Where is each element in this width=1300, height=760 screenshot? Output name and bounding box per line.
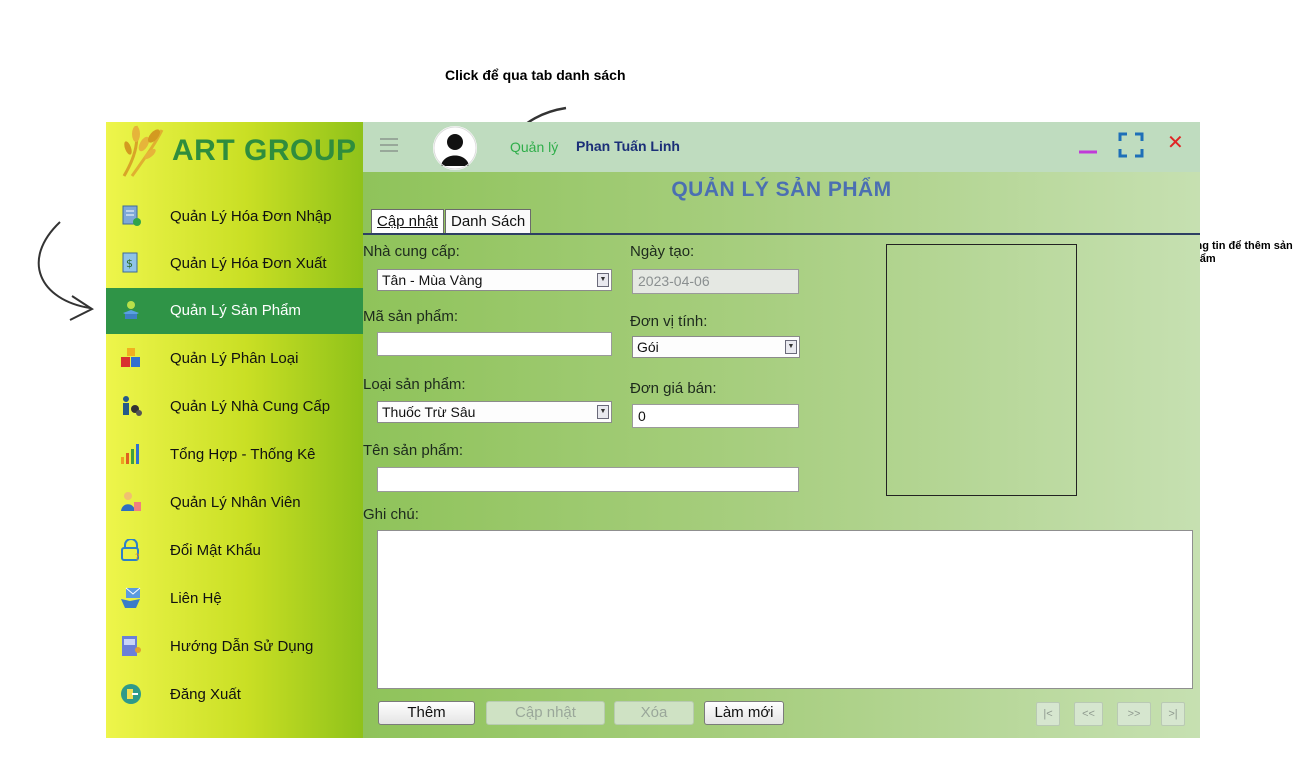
supplier-label: Nhà cung cấp:: [363, 243, 460, 260]
sidebar-item-label: Quản Lý Nhân Viên: [170, 494, 301, 511]
product-name-field[interactable]: [377, 467, 799, 492]
sidebar-item-manual[interactable]: Hướng Dẫn Sử Dụng: [106, 624, 363, 670]
chevron-down-icon: ▼: [597, 273, 609, 287]
sidebar-item-label: Quản Lý Nhà Cung Cấp: [170, 398, 331, 415]
sidebar-item-contact[interactable]: Liên Hệ: [106, 576, 363, 622]
chevron-down-icon: ▼: [597, 405, 609, 419]
sidebar-item-label: Tổng Hợp - Thống Kê: [170, 446, 316, 463]
product-code-field[interactable]: [377, 332, 612, 356]
lock-icon: ?: [121, 539, 140, 561]
update-button[interactable]: Cập nhật: [486, 701, 605, 725]
sidebar: ART GROUP Quản Lý Hóa Đơn Nhập $ Quản Lý…: [106, 122, 363, 738]
user-avatar-icon: [433, 126, 477, 170]
price-label: Đơn giá bán:: [630, 380, 717, 397]
reset-button[interactable]: Làm mới: [704, 701, 784, 725]
notes-textarea[interactable]: [377, 530, 1193, 689]
last-page-button[interactable]: >|: [1161, 702, 1185, 726]
product-image-box[interactable]: [886, 244, 1077, 496]
sidebar-item-employees[interactable]: Quản Lý Nhân Viên: [106, 480, 363, 526]
sidebar-item-suppliers[interactable]: Quản Lý Nhà Cung Cấp: [106, 384, 363, 430]
sidebar-item-export-invoice[interactable]: $ Quản Lý Hóa Đơn Xuất: [106, 241, 363, 287]
logout-icon: [121, 684, 141, 704]
maximize-icon[interactable]: [1118, 132, 1144, 158]
tab-list-label: Danh Sách: [451, 213, 526, 230]
notes-label: Ghi chú:: [363, 506, 419, 523]
unit-select[interactable]: Gói ▼: [632, 336, 800, 358]
chevron-down-icon: ▼: [785, 340, 797, 354]
contact-icon: [121, 587, 141, 608]
tab-list[interactable]: Danh Sách: [445, 209, 532, 234]
created-date-field: 2023-04-06: [632, 269, 799, 294]
sidebar-item-statistics[interactable]: Tổng Hợp - Thống Kê: [106, 432, 363, 478]
brand: ART GROUP: [106, 122, 363, 182]
close-icon[interactable]: ✕: [1167, 130, 1184, 155]
product-type-value: Thuốc Trừ Sâu: [382, 404, 476, 420]
sidebar-item-label: Quản Lý Sản Phẩm: [170, 302, 301, 319]
next-page-button[interactable]: >>: [1117, 702, 1151, 726]
product-type-select[interactable]: Thuốc Trừ Sâu ▼: [377, 401, 612, 423]
invoice-import-icon: [122, 205, 141, 226]
sidebar-item-products[interactable]: Quản Lý Sản Phẩm: [106, 288, 363, 334]
product-type-label: Loại sản phẩm:: [363, 376, 466, 393]
delete-button[interactable]: Xóa: [614, 701, 694, 725]
main-panel: Quản lý Phan Tuấn Linh ✕ QUẢN LÝ SẢN PHẨ…: [363, 122, 1200, 738]
product-code-label: Mã sản phẩm:: [363, 308, 459, 325]
unit-value: Gói: [637, 339, 659, 355]
statistics-icon: [121, 444, 139, 464]
first-page-button[interactable]: |<: [1036, 702, 1060, 726]
tab-divider: [363, 233, 1200, 235]
user-name: Phan Tuấn Linh: [576, 138, 680, 154]
brand-name: ART GROUP: [172, 134, 357, 167]
sidebar-item-import-invoice[interactable]: Quản Lý Hóa Đơn Nhập: [106, 194, 363, 240]
supplier-value: Tân - Mùa Vàng: [382, 272, 483, 288]
sidebar-item-logout[interactable]: Đăng Xuất: [106, 672, 363, 718]
supplier-icon: [123, 396, 142, 416]
sidebar-item-label: Quản Lý Phân Loại: [170, 350, 299, 367]
unit-label: Đơn vị tính:: [630, 313, 708, 330]
tab-update[interactable]: Cập nhật: [371, 209, 444, 234]
sidebar-item-label: Liên Hệ: [170, 590, 222, 607]
supplier-select[interactable]: Tân - Mùa Vàng ▼: [377, 269, 612, 291]
created-date-label: Ngày tạo:: [630, 243, 695, 260]
sidebar-item-label: Quản Lý Hóa Đơn Nhập: [170, 208, 332, 225]
employee-icon: [121, 492, 141, 511]
sidebar-hint-arrow: [37, 221, 91, 309]
category-icon: [121, 348, 140, 367]
price-field[interactable]: 0: [632, 404, 799, 428]
wheat-logo-icon: [122, 125, 164, 177]
page-title: QUẢN LÝ SẢN PHẨM: [671, 178, 892, 201]
prev-page-button[interactable]: <<: [1074, 702, 1103, 726]
sidebar-item-label: Quản Lý Hóa Đơn Xuất: [170, 255, 327, 272]
user-role: Quản lý: [510, 139, 559, 155]
invoice-export-icon: $: [122, 252, 138, 273]
minimize-icon[interactable]: [1077, 132, 1099, 154]
product-name-label: Tên sản phẩm:: [363, 442, 464, 459]
sidebar-item-categories[interactable]: Quản Lý Phân Loại: [106, 336, 363, 382]
product-icon: [123, 301, 139, 319]
sidebar-item-change-password[interactable]: ? Đổi Mật Khẩu: [106, 528, 363, 574]
avatar: [433, 126, 477, 170]
manual-icon: [122, 636, 141, 656]
tab-update-label: Cập nhật: [377, 213, 438, 230]
hamburger-menu-icon[interactable]: [380, 138, 398, 152]
svg-text:?: ?: [135, 553, 140, 561]
sidebar-item-label: Hướng Dẫn Sử Dụng: [170, 638, 314, 655]
add-button[interactable]: Thêm: [378, 701, 475, 725]
sidebar-item-label: Đổi Mật Khẩu: [170, 542, 261, 559]
top-bar: Quản lý Phan Tuấn Linh ✕: [363, 122, 1200, 172]
sidebar-item-label: Đăng Xuất: [170, 686, 241, 703]
svg-text:$: $: [126, 257, 133, 270]
